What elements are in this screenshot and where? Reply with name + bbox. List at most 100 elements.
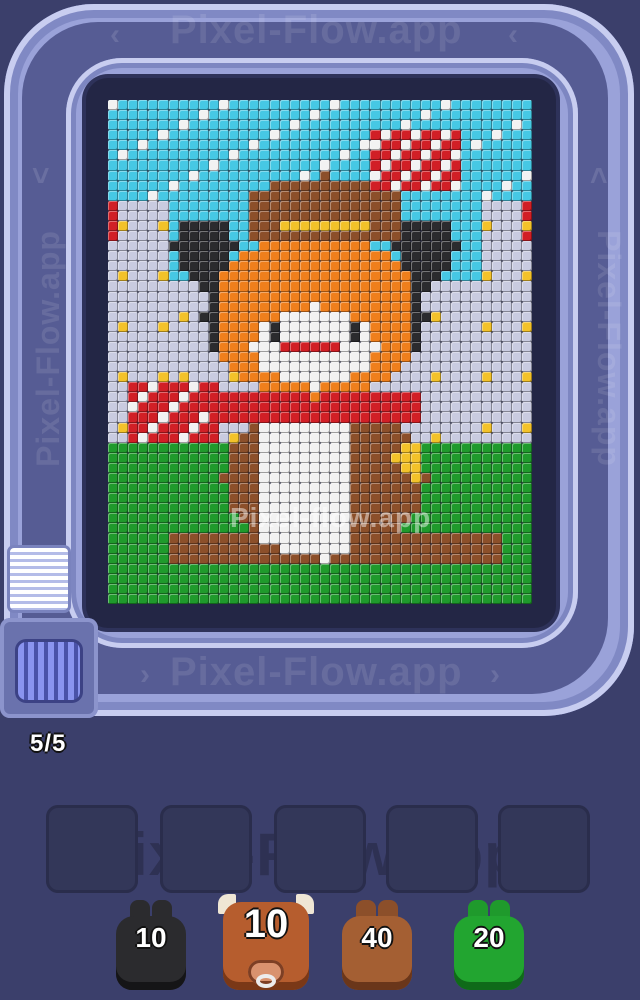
pixel-cell <box>168 100 179 111</box>
pixel-cell <box>108 180 119 191</box>
pixel-cell <box>491 422 502 433</box>
pixel-cell <box>319 472 331 484</box>
pixel-cell <box>360 341 371 352</box>
pixel-cell <box>451 341 462 352</box>
pixel-cell <box>279 543 290 554</box>
pixel-cell <box>269 351 280 363</box>
pixel-cell <box>198 583 209 594</box>
pixel-cell <box>491 543 502 554</box>
pixel-cell <box>380 412 391 423</box>
pixel-cell <box>451 311 462 322</box>
pixel-cell <box>481 150 492 161</box>
pixel-cell <box>471 402 482 413</box>
pixel-cell <box>279 392 290 403</box>
pixel-cell <box>188 321 199 332</box>
pixel-cell <box>229 150 240 161</box>
pixel-cell <box>219 331 230 342</box>
pixel-cell <box>249 251 260 262</box>
pixel-cell <box>259 210 270 221</box>
pixel-cell <box>350 331 361 342</box>
pixel-cell <box>390 432 401 443</box>
pixel-cell <box>330 382 341 393</box>
pixel-cell <box>380 483 391 494</box>
pixel-cell <box>400 291 411 302</box>
pixel-cell <box>269 231 280 242</box>
pixel-cell <box>118 220 129 232</box>
pixel-cell <box>289 130 300 141</box>
pixel-cell <box>501 110 512 121</box>
pixel-cell <box>168 281 179 292</box>
pixel-cell <box>309 100 320 111</box>
pixel-cell <box>350 231 361 242</box>
holding-slot-3[interactable] <box>274 805 366 893</box>
pixel-cell <box>521 583 532 594</box>
pixel-cell <box>420 341 432 352</box>
pixel-cell <box>198 382 209 393</box>
pixel-cell <box>441 553 452 564</box>
pixel-cell <box>340 160 351 171</box>
shooter-green[interactable]: 20 <box>450 896 528 992</box>
pixel-cell <box>511 543 522 554</box>
pixel-cell <box>501 180 512 191</box>
pixel-cell <box>431 392 442 403</box>
pixel-cell <box>410 180 421 191</box>
pixel-cell <box>471 573 482 584</box>
pixel-cell <box>128 311 139 322</box>
pixel-cell <box>461 130 472 141</box>
holding-slot-4[interactable] <box>386 805 478 893</box>
pixel-cell <box>299 100 310 111</box>
pixel-cell <box>451 442 462 453</box>
pixel-cell <box>239 462 250 473</box>
pixel-cell <box>188 543 199 554</box>
pixel-cell <box>188 462 199 473</box>
pixel-cell <box>441 442 452 453</box>
pixel-cell <box>471 503 482 514</box>
pixel-cell <box>471 210 482 221</box>
pixel-cell <box>108 412 119 423</box>
shooter-black[interactable]: 10 <box>112 896 190 992</box>
pixel-cell <box>158 452 169 463</box>
pixel-cell <box>208 472 220 484</box>
pixel-cell <box>431 573 442 584</box>
pixel-cell <box>340 241 351 252</box>
pixel-cell <box>289 110 300 121</box>
pixel-cell <box>400 110 411 121</box>
holding-slot-1[interactable] <box>46 805 138 893</box>
pixel-cell <box>511 301 522 312</box>
pixel-cell <box>269 301 280 312</box>
pixel-cell <box>370 110 381 121</box>
shooter-brown[interactable]: 40 <box>338 896 416 992</box>
pixel-cell <box>108 190 119 201</box>
pixel-cell <box>108 321 119 332</box>
pixel-cell <box>370 331 381 342</box>
roller-icon[interactable] <box>18 642 80 700</box>
pixel-cell <box>279 281 290 292</box>
holding-slot-2[interactable] <box>160 805 252 893</box>
pixel-cell <box>330 553 341 564</box>
pixel-cell <box>400 200 411 211</box>
pixel-cell <box>178 493 189 504</box>
pixel-cell <box>108 231 119 242</box>
pixel-cell <box>451 271 462 282</box>
pixel-cell <box>360 281 371 292</box>
pixel-cell <box>188 150 199 161</box>
pixel-cell <box>299 271 310 282</box>
holding-slot-5[interactable] <box>498 805 590 893</box>
pixel-cell <box>481 422 492 433</box>
pixel-cell <box>148 553 159 564</box>
pixel-cell <box>441 563 452 574</box>
pixel-cell <box>148 462 159 473</box>
shooter-bull-brown[interactable]: 10 <box>218 888 314 992</box>
pixel-cell <box>128 100 139 111</box>
pixel-cell <box>461 311 472 322</box>
pixel-cell <box>380 140 391 151</box>
pixel-cell <box>128 251 139 262</box>
pixel-cell <box>451 392 462 403</box>
pixel-cell <box>279 271 290 282</box>
pixel-cell <box>118 110 129 121</box>
pixel-cell <box>521 392 532 403</box>
pixel-cell <box>309 422 320 433</box>
pixel-cell <box>400 462 411 473</box>
pixel-cell <box>138 422 149 433</box>
pixel-cell <box>390 231 401 242</box>
